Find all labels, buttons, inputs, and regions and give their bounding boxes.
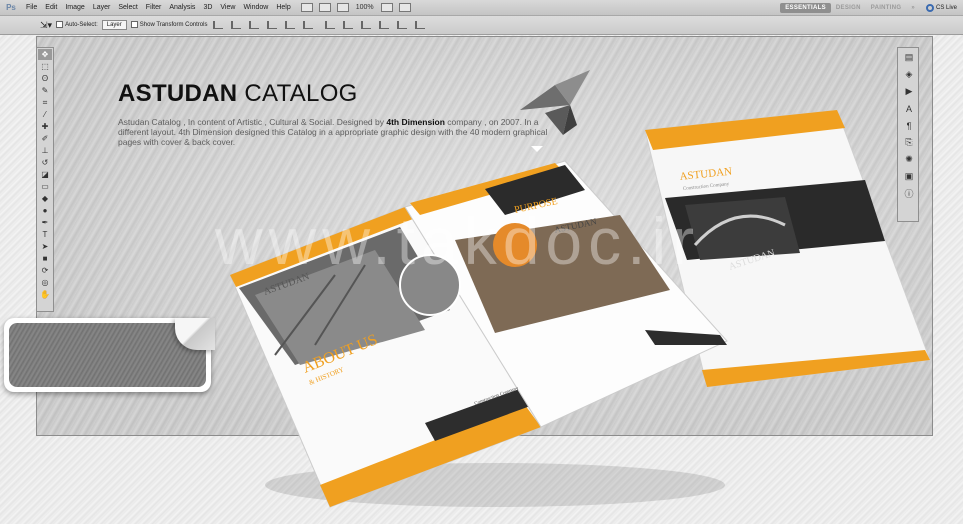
tools-panel: ✥ ⬚ ʘ ✎ ⌗ ⁄ ✚ ✐ ⊥ ↺ ◪ ▭ ◆ ● ✒ T ➤ ■ ⟳ ◎ … [36,47,54,312]
align-middle-icon[interactable] [231,21,242,29]
menu-view[interactable]: View [216,4,239,11]
catalog-title: ASTUDAN CATALOG [118,80,358,108]
align-left-icon[interactable] [267,21,278,29]
distribute-top-icon[interactable] [325,21,336,29]
catalog-title-light: CATALOG [244,80,358,107]
catalog-title-bold: ASTUDAN [118,80,238,107]
menu-layer[interactable]: Layer [89,4,115,11]
eraser-tool-icon[interactable]: ◪ [38,169,52,180]
3d-orbit-tool-icon[interactable]: ◎ [38,277,52,288]
launch-mini-bridge-icon[interactable] [318,3,331,12]
launch-bridge-icon[interactable] [300,3,313,12]
zoom-level[interactable]: 100% [352,4,378,11]
options-bar: ⇲▾ Auto-Select: Layer Show Transform Con… [0,16,963,35]
screen-mode-icon[interactable] [398,3,411,12]
menu-file[interactable]: File [22,4,41,11]
eyedropper-tool-icon[interactable]: ⁄ [38,109,52,120]
cs-live-label: CS Live [935,4,957,11]
menu-window[interactable]: Window [239,4,272,11]
clone-stamp-tool-icon[interactable]: ⊥ [38,145,52,156]
quick-select-tool-icon[interactable]: ✎ [38,85,52,96]
menu-bar: Ps File Edit Image Layer Select Filter A… [0,0,963,16]
marquee-tool-icon[interactable]: ⬚ [38,61,52,72]
move-tool-preset-icon[interactable]: ⇲▾ [40,20,52,31]
distribute-center-icon[interactable] [397,21,408,29]
distribute-bottom-icon[interactable] [361,21,372,29]
distribute-middle-icon[interactable] [343,21,354,29]
brush-tool-icon[interactable]: ✐ [38,133,52,144]
menu-3d[interactable]: 3D [199,4,216,11]
watermark: www.takdoc.ir [215,204,701,278]
hand-tool-icon[interactable]: ✋ [38,289,52,300]
3d-rotate-tool-icon[interactable]: ⟳ [38,265,52,276]
gradient-tool-icon[interactable]: ▭ [38,181,52,192]
photoshop-logo: Ps [6,3,16,12]
view-extras-icon[interactable] [336,3,349,12]
menu-edit[interactable]: Edit [41,4,61,11]
dodge-tool-icon[interactable]: ● [38,205,52,216]
auto-select-dropdown[interactable]: Layer [101,20,127,30]
crop-tool-icon[interactable]: ⌗ [38,97,52,108]
distribute-right-icon[interactable] [415,21,426,29]
menu-analysis[interactable]: Analysis [165,4,199,11]
menu-select[interactable]: Select [114,4,141,11]
pen-tool-icon[interactable]: ✒ [38,217,52,228]
transform-controls-checkbox[interactable]: Show Transform Controls [130,21,208,29]
distribute-left-icon[interactable] [379,21,390,29]
type-tool-icon[interactable]: T [38,229,52,240]
align-right-icon[interactable] [303,21,314,29]
move-tool-icon[interactable]: ✥ [38,49,52,60]
path-select-tool-icon[interactable]: ➤ [38,241,52,252]
brochure-mockup: ASTUDAN ABOUT US & HISTORY PURPOSE ASTUD… [229,109,931,508]
auto-select-checkbox[interactable]: Auto-Select: [56,21,98,29]
cs-live-button[interactable]: CS Live [920,3,963,12]
history-brush-tool-icon[interactable]: ↺ [38,157,52,168]
color-panel-icon[interactable]: ◈ [900,67,918,82]
blur-tool-icon[interactable]: ◆ [38,193,52,204]
workspace-painting[interactable]: PAINTING [866,3,907,13]
actions-panel-icon[interactable]: ▶ [900,84,918,99]
healing-tool-icon[interactable]: ✚ [38,121,52,132]
arrange-documents-icon[interactable] [380,3,393,12]
auto-select-check[interactable] [56,21,64,29]
workspace-design[interactable]: DESIGN [831,3,866,13]
menu-help[interactable]: Help [272,4,294,11]
align-top-icon[interactable] [213,21,224,29]
align-bottom-icon[interactable] [249,21,260,29]
transform-controls-label: Show Transform Controls [139,22,208,29]
layers-panel-icon[interactable]: ▤ [900,50,918,65]
workspace-more[interactable]: » [906,3,920,13]
shape-tool-icon[interactable]: ■ [38,253,52,264]
menu-filter[interactable]: Filter [142,4,166,11]
auto-select-label: Auto-Select: [65,22,98,29]
menu-image[interactable]: Image [61,4,88,11]
align-center-icon[interactable] [285,21,296,29]
lasso-tool-icon[interactable]: ʘ [38,73,52,84]
transform-controls-check[interactable] [130,21,138,29]
workspace-essentials[interactable]: ESSENTIALS [780,2,831,13]
cs-live-icon [925,3,934,12]
